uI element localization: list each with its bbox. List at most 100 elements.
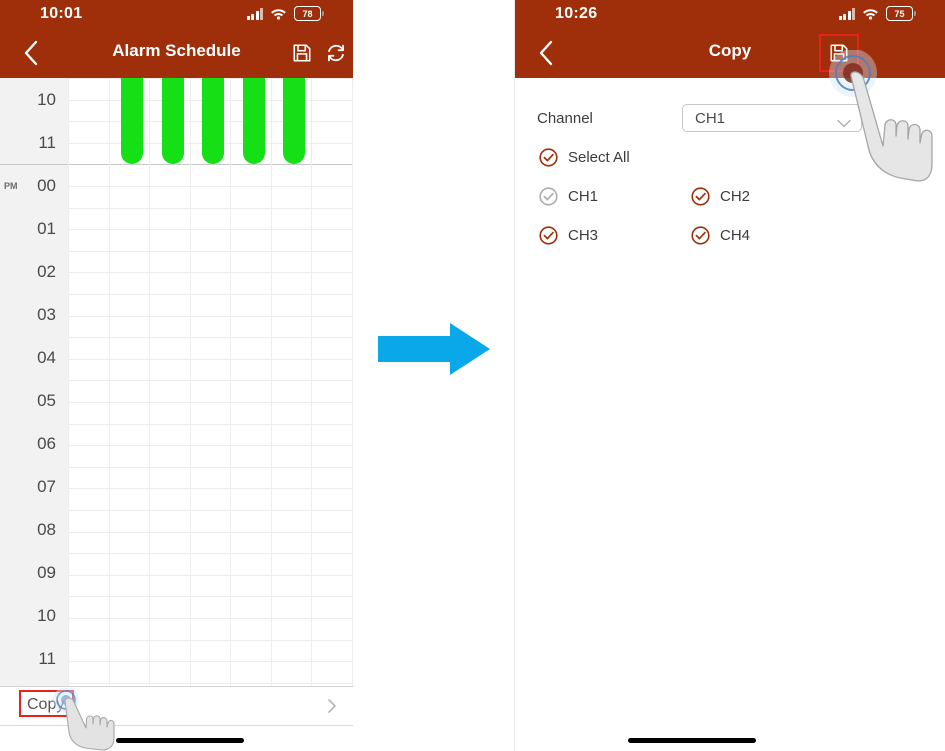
right-nav-actions xyxy=(819,34,859,72)
hour-label-column: 10 11 00 PM 01 02 03 04 05 06 07 08 09 10 11 xyxy=(0,78,68,686)
home-indicator xyxy=(116,738,244,743)
left-phone-screen: 10:01 78 Alarm Schedule 10 11 00 PM 01 0… xyxy=(0,0,353,751)
hour-row: 01 xyxy=(0,207,68,250)
channel-checkbox-ch4[interactable]: CH4 xyxy=(691,226,750,245)
wifi-icon xyxy=(862,7,879,20)
save-highlight-box xyxy=(819,34,859,72)
grid-vline xyxy=(189,78,191,686)
hour-label: 09 xyxy=(37,562,56,582)
hour-label: 11 xyxy=(38,648,56,668)
channel-select[interactable]: CH1 xyxy=(682,104,862,132)
hour-row: 05 xyxy=(0,379,68,422)
copy-settings-body: Channel CH1 Select All CH1 CH2 CH3 CH4 xyxy=(515,86,945,726)
right-header: 10:26 75 Copy xyxy=(515,0,945,78)
channel-checkbox-ch1[interactable]: CH1 xyxy=(539,187,598,206)
channel-field-row: Channel CH1 xyxy=(537,104,927,134)
cellular-signal-icon xyxy=(838,7,855,20)
status-icons: 78 xyxy=(246,6,324,21)
save-floppy-icon[interactable] xyxy=(285,37,319,69)
channel-label: Channel xyxy=(537,110,593,127)
right-nav-bar: Copy xyxy=(515,28,945,78)
schedule-bar[interactable] xyxy=(161,78,184,165)
battery-level: 75 xyxy=(894,8,905,19)
check-circle-icon xyxy=(539,148,558,167)
hour-row: 02 xyxy=(0,250,68,293)
battery-icon: 78 xyxy=(294,6,324,21)
hour-label: 00 xyxy=(37,175,56,195)
select-all-label: Select All xyxy=(568,149,630,166)
hour-label: 10 xyxy=(37,89,56,109)
hour-label: 02 xyxy=(37,261,56,281)
hour-label: 05 xyxy=(37,390,56,410)
channel-checkbox-ch2[interactable]: CH2 xyxy=(691,187,750,206)
left-nav-bar: Alarm Schedule xyxy=(0,28,353,78)
channel-checkbox-ch3[interactable]: CH3 xyxy=(539,226,598,245)
channel-label-ch2: CH2 xyxy=(720,188,751,205)
page-title: Copy xyxy=(708,41,752,60)
channel-select-value: CH1 xyxy=(695,110,726,127)
status-time: 10:01 xyxy=(40,5,83,22)
save-floppy-icon[interactable] xyxy=(819,34,859,72)
schedule-bar[interactable] xyxy=(202,78,224,165)
right-phone-screen: 10:26 75 Copy Channel CH1 Select All CH1… xyxy=(515,0,945,751)
grid-vline xyxy=(351,78,353,686)
copy-highlight-box xyxy=(19,690,74,717)
hour-row: 09 xyxy=(0,551,68,594)
hour-row: 04 xyxy=(0,336,68,379)
grid-vline xyxy=(270,78,272,686)
schedule-bar[interactable] xyxy=(283,78,305,165)
status-icons: 75 xyxy=(838,6,916,21)
select-all-checkbox[interactable]: Select All xyxy=(539,148,630,167)
hour-label: 10 xyxy=(37,605,56,625)
hour-label: 04 xyxy=(37,347,56,367)
hour-row: 03 xyxy=(0,293,68,336)
grid-major-line xyxy=(0,164,68,166)
left-status-bar: 10:01 78 xyxy=(0,0,353,28)
check-circle-icon xyxy=(691,187,710,206)
home-indicator xyxy=(628,738,756,743)
left-header: 10:01 78 Alarm Schedule xyxy=(0,0,353,78)
chevron-down-icon xyxy=(837,115,851,128)
hour-label: 08 xyxy=(37,519,56,539)
hour-row: 06 xyxy=(0,422,68,465)
hour-label: 11 xyxy=(38,132,56,152)
right-status-bar: 10:26 75 xyxy=(515,0,945,28)
hour-row: 10 xyxy=(0,594,68,637)
grid-vline xyxy=(108,78,110,686)
grid-vline xyxy=(311,78,312,686)
left-nav-actions xyxy=(285,37,353,69)
battery-level: 78 xyxy=(302,8,313,19)
hour-row: 10 xyxy=(0,78,68,121)
schedule-grid-area[interactable] xyxy=(68,78,353,686)
battery-icon: 75 xyxy=(886,6,916,21)
status-time: 10:26 xyxy=(555,5,598,22)
check-circle-icon xyxy=(539,226,558,245)
check-circle-icon xyxy=(539,187,558,206)
check-circle-icon xyxy=(691,226,710,245)
grid-vline xyxy=(230,78,231,686)
copy-row[interactable]: Copy xyxy=(0,686,353,726)
channel-label-ch4: CH4 xyxy=(720,227,751,244)
hour-row: 11 xyxy=(0,637,68,680)
hour-row: 08 xyxy=(0,508,68,551)
channel-label-ch3: CH3 xyxy=(568,227,599,244)
alarm-schedule-grid[interactable]: 10 11 00 PM 01 02 03 04 05 06 07 08 09 10 11 xyxy=(0,78,353,686)
hour-row: 11 xyxy=(0,121,68,164)
hour-label: 01 xyxy=(37,218,56,238)
grid-vline xyxy=(68,78,69,686)
hour-label: 07 xyxy=(37,476,56,496)
schedule-bar[interactable] xyxy=(242,78,265,165)
refresh-icon[interactable] xyxy=(319,37,353,69)
hour-row: 00 PM xyxy=(0,164,68,207)
hour-row: 07 xyxy=(0,465,68,508)
ampm-marker: PM xyxy=(4,180,18,191)
hour-label: 06 xyxy=(37,433,56,453)
chevron-right-icon xyxy=(327,698,337,714)
wifi-icon xyxy=(270,7,287,20)
hour-label: 03 xyxy=(37,304,56,324)
grid-vline xyxy=(149,78,150,686)
cellular-signal-icon xyxy=(246,7,263,20)
schedule-bar[interactable] xyxy=(121,78,143,165)
arrow-right-icon xyxy=(378,323,490,375)
channel-label-ch1: CH1 xyxy=(568,188,599,205)
